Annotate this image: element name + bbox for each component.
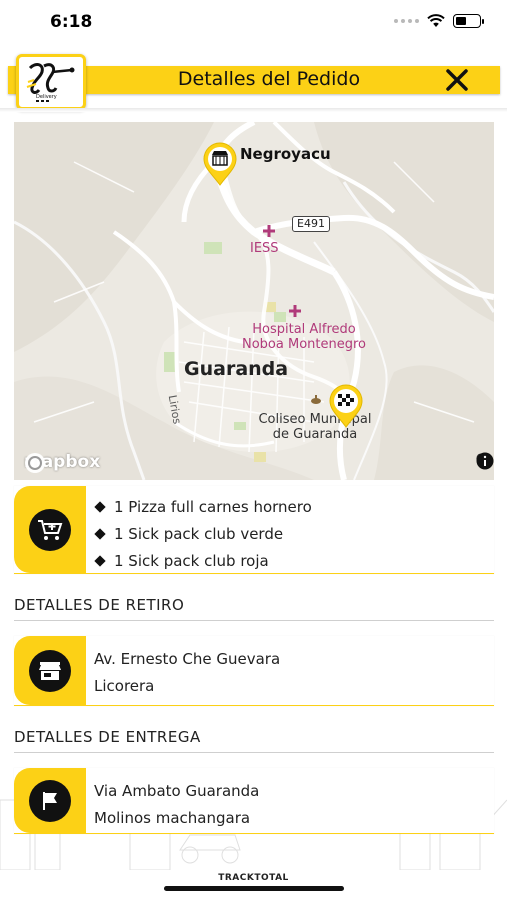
stadium-icon xyxy=(311,395,321,404)
iess-cross-icon xyxy=(263,225,275,237)
store-marker-icon xyxy=(203,142,237,186)
list-item: 1 Sick pack club verde xyxy=(94,521,312,548)
home-indicator[interactable] xyxy=(164,886,344,891)
pickup-map-marker[interactable] xyxy=(202,142,238,186)
pickup-name: Licorera xyxy=(94,677,155,695)
delivery-lines: Via Ambato Guaranda Molinos machangara xyxy=(94,778,259,832)
svg-text:Delivery: Delivery xyxy=(36,94,57,100)
hospital-cross-icon xyxy=(289,305,301,317)
cart-icon-circle xyxy=(29,508,71,551)
mapbox-attribution[interactable]: mapbox xyxy=(24,452,100,473)
flag-icon-circle xyxy=(29,779,71,822)
wifi-icon xyxy=(427,14,445,27)
list-item: 1 Sick pack club roja xyxy=(94,548,312,575)
status-icons xyxy=(394,14,484,28)
delivery-icon-panel xyxy=(14,768,86,833)
map-label-city: Guaranda xyxy=(184,358,289,380)
info-icon xyxy=(476,452,494,470)
close-icon xyxy=(446,69,468,91)
pickup-lines: Av. Ernesto Che Guevara Licorera xyxy=(94,646,280,700)
map-label-iess: IESS xyxy=(250,241,279,256)
delivery-map-marker[interactable] xyxy=(328,384,364,428)
map-label-negroyacu: Negroyacu xyxy=(240,145,331,163)
store-icon xyxy=(39,661,61,680)
finish-flag-marker-icon xyxy=(329,384,363,428)
flag-icon xyxy=(43,791,57,810)
delivery-address: Via Ambato Guaranda xyxy=(94,782,260,800)
delivery-name: Molinos machangara xyxy=(94,809,251,827)
map-label-hospital: Hospital Alfredo Noboa Montenegro xyxy=(242,322,366,352)
store-icon-circle xyxy=(29,649,71,692)
status-bar: 6:18 xyxy=(0,0,507,44)
cellular-signal-icon xyxy=(394,19,419,23)
pickup-section-title: DETALLES DE RETIRO xyxy=(14,596,494,621)
order-items-card: 1 Pizza full carnes hornero 1 Sick pack … xyxy=(14,486,494,574)
status-time: 6:18 xyxy=(50,12,93,32)
battery-icon xyxy=(453,14,484,28)
map-info-button[interactable]: Ca xyxy=(476,452,494,470)
delivery-section-title: DETALLES DE ENTREGA xyxy=(14,728,494,753)
map-road-shield: E491 xyxy=(292,216,330,232)
brand-footer: TRACKTOTAL xyxy=(218,873,289,883)
order-items-list: 1 Pizza full carnes hornero 1 Sick pack … xyxy=(94,494,312,575)
list-item: 1 Pizza full carnes hornero xyxy=(94,494,312,521)
cart-add-icon xyxy=(38,519,63,540)
pickup-details-card: Av. Ernesto Che Guevara Licorera xyxy=(14,636,494,706)
route-map[interactable]: Negroyacu E491 IESS Hospital Alfredo Nob… xyxy=(14,122,494,480)
delivery-details-card: Via Ambato Guaranda Molinos machangara xyxy=(14,768,494,834)
header-divider xyxy=(0,108,507,112)
pickup-icon-panel xyxy=(14,636,86,705)
delivery-logo-icon: Delivery xyxy=(26,63,75,102)
pickup-address: Av. Ernesto Che Guevara xyxy=(94,650,281,668)
mapbox-logo-icon xyxy=(25,453,45,473)
order-icon-panel xyxy=(14,486,86,573)
app-logo: Delivery xyxy=(16,54,86,110)
close-button[interactable] xyxy=(444,67,470,93)
